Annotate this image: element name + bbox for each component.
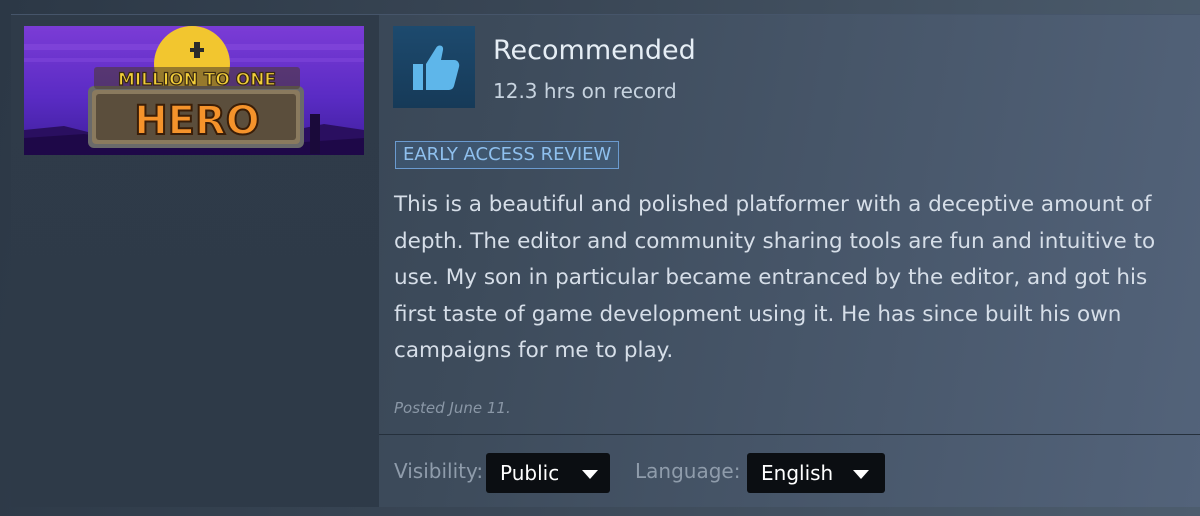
language-dropdown[interactable]: English <box>747 453 885 493</box>
review-card: MILLION TO ONE HERO Recommended 12.3 hrs… <box>11 14 1200 507</box>
review-content: Recommended 12.3 hrs on record EARLY ACC… <box>379 15 1200 507</box>
visibility-dropdown[interactable]: Public <box>486 453 610 493</box>
posted-date: Posted June 11. <box>394 399 511 417</box>
chevron-down-icon <box>853 470 869 479</box>
recommendation-status: Recommended <box>493 35 696 66</box>
visibility-label: Visibility: <box>394 459 484 483</box>
hours-on-record: 12.3 hrs on record <box>493 79 677 103</box>
early-access-badge: EARLY ACCESS REVIEW <box>395 141 620 169</box>
visibility-value: Public <box>500 461 560 485</box>
review-text: This is a beautiful and polished platfor… <box>394 192 1156 363</box>
game-capsule-image[interactable]: MILLION TO ONE HERO <box>24 26 364 155</box>
capsule-title: HERO <box>134 98 260 144</box>
thumb-box <box>393 26 475 108</box>
game-column: MILLION TO ONE HERO <box>11 15 379 507</box>
review-controls: Visibility: Public Language: English <box>394 453 1194 493</box>
chevron-down-icon <box>582 470 598 479</box>
thumbs-up-icon <box>413 45 460 90</box>
language-value: English <box>761 461 834 485</box>
divider <box>379 434 1200 435</box>
page: MILLION TO ONE HERO Recommended 12.3 hrs… <box>0 0 1200 516</box>
capsule-subtitle: MILLION TO ONE <box>118 70 276 90</box>
language-label: Language: <box>635 459 741 483</box>
